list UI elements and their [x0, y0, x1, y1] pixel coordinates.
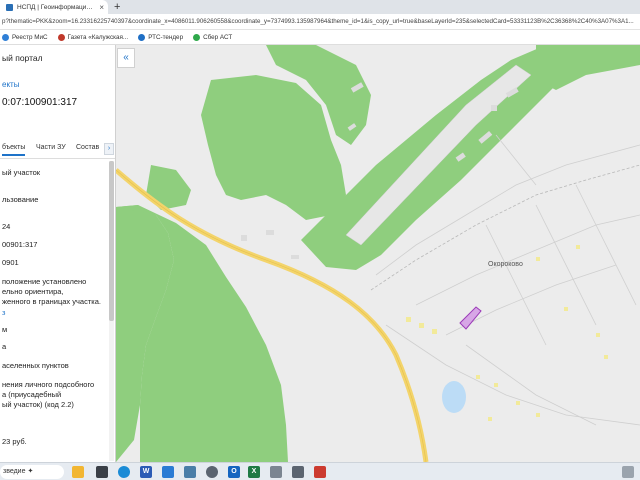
- forest-strip-northwest: [146, 165, 191, 210]
- bookmark-item[interactable]: Реестр МиС: [2, 33, 48, 41]
- small-buildings: [406, 245, 608, 421]
- objects-link[interactable]: екты: [2, 80, 19, 89]
- info-line: положение установлено: [2, 277, 87, 286]
- info-line: м: [2, 325, 8, 334]
- app-icon[interactable]: [292, 466, 304, 478]
- bookmark-item[interactable]: РТС-тендер: [138, 33, 184, 41]
- tab-parts[interactable]: Части ЗУ: [36, 144, 66, 151]
- word-icon[interactable]: W: [140, 466, 152, 478]
- info-panel: ый портал екты 0:07:100901:317 бъекты Ча…: [0, 45, 116, 462]
- info-line: льзование: [2, 195, 39, 204]
- info-line: 0901: [2, 258, 19, 267]
- selected-land-parcel: [459, 306, 482, 330]
- info-line: ый участок) (код 2.2): [2, 400, 74, 409]
- bookmark-label: РТС-тендер: [148, 33, 184, 41]
- bookmark-item[interactable]: Газета «Калужская...: [57, 33, 129, 41]
- app-icon[interactable]: [314, 466, 326, 478]
- info-line: ый участок: [2, 168, 41, 177]
- info-line: нения личного подсобного: [2, 380, 95, 389]
- map-canvas[interactable]: Окороково: [116, 45, 640, 462]
- bookmark-favicon-icon: [2, 33, 9, 41]
- panel-tabs: бъекты Части ЗУ Состав ›: [0, 141, 115, 159]
- url-text[interactable]: p?thematic=PKK&zoom=16.23316225740397&co…: [2, 18, 638, 25]
- portal-title: ый портал: [2, 53, 43, 63]
- cadastral-number: 0:07:100901:317: [2, 97, 78, 108]
- app-icon[interactable]: [270, 466, 282, 478]
- village-label: Окороково: [488, 261, 523, 268]
- bookmark-label: Реестр МиС: [12, 33, 48, 41]
- browser-icon[interactable]: [184, 466, 196, 478]
- close-tab-icon[interactable]: ×: [99, 3, 108, 12]
- info-line: аселенных пунктов: [2, 361, 69, 370]
- new-tab-button[interactable]: +: [114, 0, 120, 14]
- file-explorer-icon[interactable]: [72, 466, 84, 478]
- info-line: 24: [2, 222, 11, 231]
- tab-objects[interactable]: бъекты: [2, 144, 26, 156]
- mail-icon[interactable]: [162, 466, 174, 478]
- info-line: 00901:317: [2, 240, 38, 249]
- collapse-panel-button[interactable]: «: [117, 48, 135, 68]
- site-favicon-icon: [6, 3, 13, 11]
- pond: [442, 381, 466, 413]
- excel-icon[interactable]: X: [248, 466, 260, 478]
- browser-tab-strip: НСПД | Геоинформационный × +: [0, 0, 640, 14]
- address-bar[interactable]: p?thematic=PKK&zoom=16.23316225740397&co…: [0, 14, 640, 30]
- taskbar: зведие ✦ W O X: [0, 462, 640, 480]
- info-line: а: [2, 342, 7, 351]
- bookmark-favicon-icon: [193, 33, 201, 41]
- bookmark-favicon-icon: [138, 33, 146, 41]
- map-layers: [116, 45, 640, 462]
- info-line: женного в границах участка.: [2, 297, 101, 306]
- bookmark-favicon-icon: [57, 33, 65, 41]
- search-text: зведие: [3, 468, 26, 475]
- scroll-thumb[interactable]: [109, 161, 114, 321]
- bookmark-label: Сбер АСТ: [203, 33, 233, 41]
- airfield-runway: [345, 64, 532, 246]
- bookmarks-bar: Реестр МиС Газета «Калужская... РТС-тенд…: [0, 30, 640, 45]
- edge-icon[interactable]: [118, 466, 130, 478]
- info-link[interactable]: з: [2, 308, 5, 317]
- system-tray-icon[interactable]: [622, 466, 634, 478]
- tab-composition[interactable]: Состав: [76, 144, 99, 151]
- forest-area-northeast: [536, 45, 640, 90]
- chrome-icon[interactable]: [206, 466, 218, 478]
- tab-title: НСПД | Геоинформационный: [17, 3, 95, 11]
- info-line: 23 руб.: [2, 437, 27, 446]
- info-line: ельно ориентира,: [2, 287, 64, 296]
- tabs-next-button[interactable]: ›: [104, 143, 114, 155]
- browser-tab[interactable]: НСПД | Геоинформационный ×: [0, 0, 108, 14]
- bookmark-label: Газета «Калужская...: [67, 33, 129, 41]
- info-line: а (приусадебный: [2, 390, 62, 399]
- sparkle-icon: ✦: [27, 468, 34, 475]
- outlook-icon[interactable]: O: [228, 466, 240, 478]
- bookmark-item[interactable]: Сбер АСТ: [193, 33, 233, 41]
- taskbar-search[interactable]: зведие ✦: [0, 465, 64, 479]
- panel-scrollbar[interactable]: [109, 161, 114, 461]
- app-icon[interactable]: [96, 466, 108, 478]
